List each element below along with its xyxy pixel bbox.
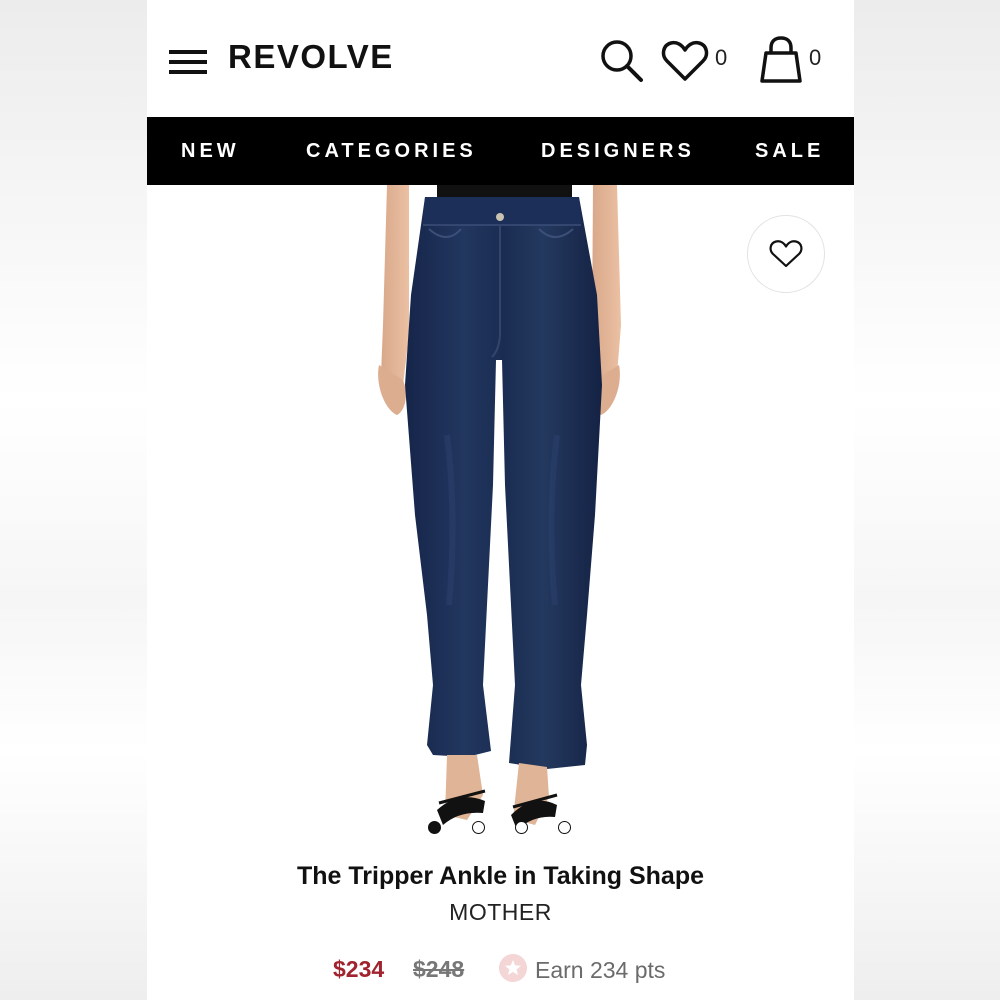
background-left (0, 0, 147, 1000)
revolve-logo[interactable]: REVOLVE (228, 38, 394, 76)
rewards-points: Earn 234 pts (535, 957, 666, 983)
nav-item-new[interactable]: NEW (181, 140, 240, 163)
carousel-dot-3[interactable] (515, 821, 528, 834)
product-title: The Tripper Ankle in Taking Shape (296, 862, 705, 890)
background-right (854, 0, 1000, 1000)
search-icon[interactable] (599, 38, 645, 84)
carousel-dot-2[interactable] (472, 821, 485, 834)
bag-count: 0 (809, 45, 822, 70)
original-price: $248 (413, 956, 465, 982)
image-carousel-dots (428, 821, 578, 837)
site-header: REVOLVE 0 0 (147, 0, 854, 117)
add-to-wishlist-button[interactable] (747, 215, 825, 293)
category-nav: NEW CATEGORIES DESIGNERS SALE (147, 117, 854, 185)
nav-item-categories[interactable]: CATEGORIES (306, 140, 477, 163)
sale-price: $234 (333, 956, 385, 982)
product-brand[interactable]: MOTHER (147, 899, 854, 926)
nav-item-sale[interactable]: SALE (755, 140, 824, 163)
hamburger-menu-icon[interactable] (169, 50, 207, 76)
product-image[interactable] (147, 185, 854, 850)
carousel-dot-4[interactable] (558, 821, 571, 834)
rewards-star-icon (499, 954, 527, 982)
nav-item-designers[interactable]: DESIGNERS (541, 140, 695, 163)
carousel-dot-1[interactable] (428, 821, 441, 834)
heart-icon[interactable] (661, 40, 709, 82)
wishlist-count: 0 (715, 45, 728, 70)
mobile-screen: REVOLVE 0 0 NEW CATEGORIES DESIGNERS SAL… (147, 0, 854, 1000)
heart-outline-icon (769, 240, 803, 268)
shopping-bag-icon[interactable] (758, 36, 804, 84)
